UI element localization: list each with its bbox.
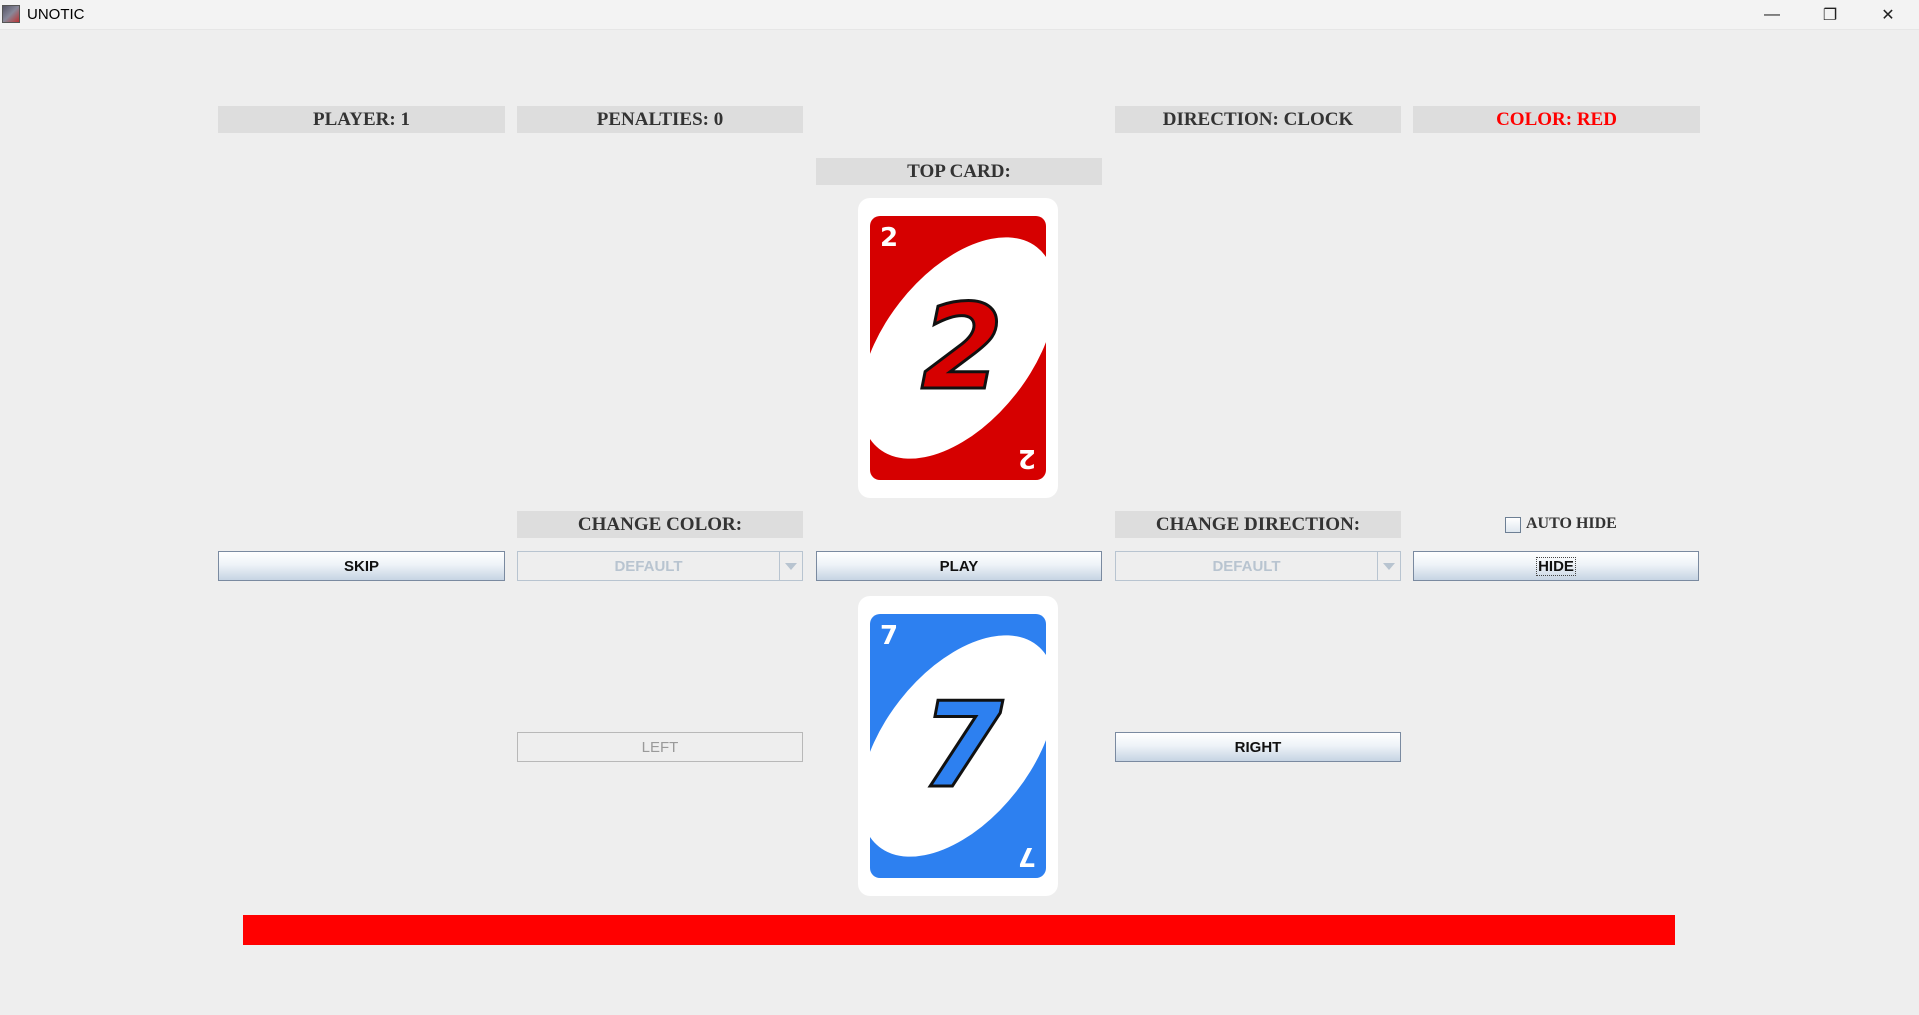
card-corner-value-rotated: 7 (1018, 841, 1036, 871)
window-title: UNOTIC (27, 6, 85, 23)
hand-card-face: 777 (870, 614, 1046, 878)
color-label: COLOR: RED (1413, 106, 1700, 133)
hand-card[interactable]: 777 (858, 596, 1058, 896)
title-bar: UNOTIC — ❐ ✕ (0, 0, 1919, 30)
card-art: 222 (870, 216, 1046, 480)
turn-timer-fill (243, 915, 1675, 945)
auto-hide-label: AUTO HIDE (1526, 515, 1617, 532)
change-color-select-value: DEFAULT (614, 557, 683, 575)
top-card: 222 (858, 198, 1058, 498)
skip-button[interactable]: SKIP (218, 551, 505, 581)
card-corner-value: 2 (880, 223, 898, 253)
change-direction-select-value: DEFAULT (1212, 557, 1281, 575)
play-button[interactable]: PLAY (816, 551, 1102, 581)
close-icon: ✕ (1881, 6, 1895, 24)
direction-label: DIRECTION: CLOCK (1115, 106, 1401, 133)
hide-button[interactable]: HIDE (1413, 551, 1699, 581)
minimize-button[interactable]: — (1743, 0, 1801, 29)
change-direction-select[interactable]: DEFAULT (1115, 551, 1401, 581)
penalties-label: PENALTIES: 0 (517, 106, 803, 133)
right-button[interactable]: RIGHT (1115, 732, 1401, 762)
chevron-down-icon[interactable] (779, 552, 802, 580)
turn-timer-bar (243, 915, 1675, 945)
change-color-label: CHANGE COLOR: (517, 511, 803, 538)
top-card-face: 222 (870, 216, 1046, 480)
app-icon (2, 5, 20, 23)
hide-button-label: HIDE (1536, 556, 1576, 576)
change-color-select[interactable]: DEFAULT (517, 551, 803, 581)
card-corner-value: 7 (880, 621, 898, 651)
auto-hide-checkbox[interactable] (1505, 517, 1521, 533)
chevron-down-icon[interactable] (1377, 552, 1400, 580)
restore-icon: ❐ (1822, 6, 1838, 24)
restore-button[interactable]: ❐ (1801, 0, 1859, 29)
card-corner-value-rotated: 2 (1018, 443, 1036, 473)
player-label: PLAYER: 1 (218, 106, 505, 133)
change-direction-label: CHANGE DIRECTION: (1115, 511, 1401, 538)
top-card-label: TOP CARD: (816, 158, 1102, 185)
card-center-value: 2 (921, 278, 1003, 416)
card-center-value: 7 (921, 676, 1003, 814)
card-art: 777 (870, 614, 1046, 878)
close-button[interactable]: ✕ (1859, 0, 1917, 29)
minimize-icon: — (1764, 5, 1780, 23)
left-button[interactable]: LEFT (517, 732, 803, 762)
